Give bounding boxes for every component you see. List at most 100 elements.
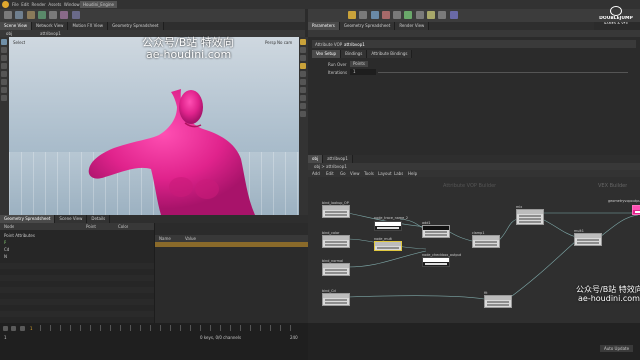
spreadsheet-row[interactable]: Cd <box>4 247 9 252</box>
tab-geo-spreadsheet-3[interactable]: Geometry Spreadsheet <box>339 22 396 30</box>
shelf-tool-icon[interactable] <box>71 11 80 19</box>
menu-assets[interactable]: Assets <box>48 2 61 7</box>
shelf-tool-icon[interactable] <box>15 11 24 19</box>
spreadsheet-row[interactable]: P <box>4 240 6 245</box>
menu-edit[interactable]: Edit <box>21 2 29 7</box>
shelf-tool-icon[interactable] <box>438 11 447 19</box>
scene-viewport[interactable]: Select Persp No cam <box>9 37 299 215</box>
shelf-tool-icon[interactable] <box>404 11 413 19</box>
tab-render-view[interactable]: Render View <box>395 22 430 30</box>
shelf-tool-icon[interactable] <box>26 11 35 19</box>
select-tool-icon[interactable] <box>1 39 7 45</box>
shelf-tool-icon[interactable] <box>49 11 58 19</box>
viewport-geo[interactable]: attribvop1 <box>40 31 61 36</box>
move-tool-icon[interactable] <box>1 47 7 53</box>
play-backward-icon[interactable] <box>3 326 8 331</box>
display-option-icon[interactable] <box>300 79 306 85</box>
vop-node[interactable] <box>422 257 450 267</box>
details-selected-row[interactable] <box>155 242 309 247</box>
pose-tool-icon[interactable] <box>1 79 7 85</box>
display-option-icon[interactable] <box>300 87 306 93</box>
shelf-tool-icon[interactable] <box>348 11 356 19</box>
vop-node[interactable] <box>322 235 350 248</box>
vop-node[interactable] <box>472 235 500 248</box>
menu-file[interactable]: File <box>12 2 19 7</box>
snap-tool-icon[interactable] <box>1 95 7 101</box>
col-point[interactable]: Point <box>86 224 96 229</box>
col-value[interactable]: Value <box>185 236 196 241</box>
display-option-icon[interactable] <box>300 39 306 45</box>
net-menu-edit[interactable]: Edit <box>326 171 334 176</box>
handle-tool-icon[interactable] <box>1 71 7 77</box>
net-menu-labs[interactable]: Labs <box>394 171 403 176</box>
tab-geo-spreadsheet[interactable]: Geometry Spreadsheet <box>108 22 164 30</box>
shelf-tool-icon[interactable] <box>370 11 379 19</box>
tab-geo-spreadsheet-2[interactable]: Geometry Spreadsheet <box>0 215 56 223</box>
spreadsheet-row[interactable]: N <box>4 254 7 259</box>
param-run-over-select[interactable]: Points <box>350 61 369 67</box>
net-menu-tools[interactable]: Tools <box>364 171 374 176</box>
viewport-path[interactable]: obj <box>6 31 12 36</box>
shelf-tool-icon[interactable] <box>415 11 424 19</box>
start-frame[interactable]: 1 <box>4 335 7 340</box>
col-color[interactable]: Color <box>118 224 128 229</box>
net-menu-layout[interactable]: Layout <box>378 171 392 176</box>
vop-node[interactable] <box>516 209 544 225</box>
tab-parameters[interactable]: Parameters <box>308 22 340 30</box>
shelf-tool-icon[interactable] <box>381 11 390 19</box>
vop-node[interactable] <box>374 221 402 231</box>
network-path[interactable]: obj > attribvop1 <box>314 164 347 169</box>
vop-node[interactable] <box>484 295 512 308</box>
tab-network-view[interactable]: Network View <box>31 22 69 30</box>
tab-scene-view-2[interactable]: Scene View <box>55 215 88 223</box>
shelf-tool-icon[interactable] <box>37 11 46 19</box>
tab-scene-view[interactable]: Scene View <box>0 22 32 30</box>
tab-network-obj[interactable]: obj <box>308 155 324 163</box>
net-menu-go[interactable]: Go <box>340 171 346 176</box>
tab-network-vop[interactable]: attribvop1 <box>323 155 353 163</box>
net-menu-add[interactable]: Add <box>312 171 320 176</box>
display-option-icon[interactable] <box>300 55 306 61</box>
net-menu-help[interactable]: Help <box>408 171 417 176</box>
vop-node[interactable] <box>322 293 350 306</box>
output-node[interactable] <box>632 205 640 215</box>
stop-icon[interactable] <box>11 326 17 331</box>
vop-node[interactable] <box>374 241 402 251</box>
col-name[interactable]: Name <box>159 236 171 241</box>
vop-node[interactable] <box>322 205 350 218</box>
scale-tool-icon[interactable] <box>1 63 7 69</box>
tab-details[interactable]: Details <box>87 215 111 223</box>
net-menu-view[interactable]: View <box>350 171 360 176</box>
view-tool-icon[interactable] <box>1 87 7 93</box>
shelf-tool-icon[interactable] <box>4 11 12 19</box>
menu-render[interactable]: Render <box>32 2 46 7</box>
tab-motion-fx[interactable]: Motion FX View <box>68 22 109 30</box>
rotate-tool-icon[interactable] <box>1 55 7 61</box>
display-option-icon[interactable] <box>300 63 306 69</box>
shelf-tool-icon[interactable] <box>60 11 69 19</box>
vop-node[interactable] <box>422 225 450 238</box>
shelf-tool-icon[interactable] <box>393 11 402 19</box>
vop-node[interactable] <box>322 263 350 276</box>
timeline-ruler[interactable] <box>40 325 300 331</box>
houdini-logo-icon[interactable] <box>2 1 9 8</box>
col-node[interactable]: Node <box>4 224 14 229</box>
param-iterations-field[interactable]: 1 <box>350 69 376 75</box>
param-iterations-slider[interactable] <box>378 72 628 73</box>
tab-vex-setup[interactable]: Vex Setup <box>312 50 342 58</box>
play-icon[interactable] <box>19 326 25 331</box>
node-name[interactable]: attribvop1 <box>344 42 365 47</box>
shelf-tool-icon[interactable] <box>359 11 368 19</box>
display-option-icon[interactable] <box>300 71 306 77</box>
vop-node[interactable] <box>574 233 602 246</box>
tab-bindings[interactable]: Bindings <box>341 50 368 58</box>
display-option-icon[interactable] <box>300 95 306 101</box>
spreadsheet-row[interactable]: Point Attributes <box>4 233 35 238</box>
shelf-tool-icon[interactable] <box>426 11 435 19</box>
character-model[interactable] <box>9 37 299 215</box>
display-option-icon[interactable] <box>300 47 306 53</box>
shelf-tool-icon[interactable] <box>449 11 458 19</box>
end-frame[interactable]: 240 <box>290 335 298 340</box>
current-frame[interactable]: 1 <box>30 326 33 331</box>
display-option-icon[interactable] <box>300 103 306 109</box>
